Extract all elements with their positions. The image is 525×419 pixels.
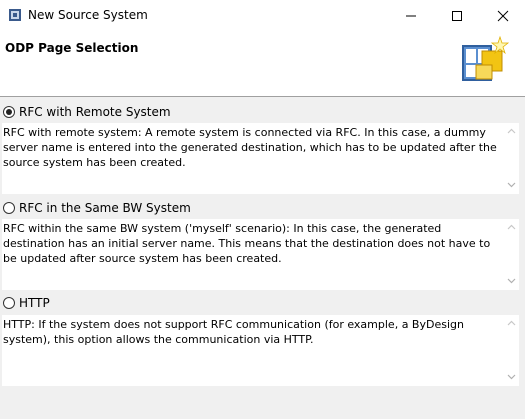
radio-rfc-same-bw-system[interactable]: RFC in the Same BW System xyxy=(3,199,191,217)
scroll-down-icon[interactable] xyxy=(504,371,518,383)
close-button[interactable] xyxy=(480,0,525,31)
window-title: New Source System xyxy=(28,8,148,22)
page-title: ODP Page Selection xyxy=(5,41,139,55)
radio-button[interactable] xyxy=(3,202,15,214)
source-system-wizard-icon xyxy=(462,35,510,81)
window-titlebar[interactable]: New Source System xyxy=(0,0,525,31)
maximize-icon xyxy=(452,10,462,21)
radio-label: HTTP xyxy=(19,296,50,310)
scroll-down-icon[interactable] xyxy=(504,275,518,287)
scroll-up-icon[interactable] xyxy=(504,221,518,233)
radio-button-selected[interactable] xyxy=(3,106,15,118)
description-text: HTTP: If the system does not support RFC… xyxy=(3,318,464,346)
app-icon xyxy=(9,9,21,21)
radio-label: RFC with Remote System xyxy=(19,105,171,119)
minimize-icon xyxy=(406,15,416,16)
close-icon xyxy=(497,10,509,21)
scroll-up-icon[interactable] xyxy=(504,317,518,329)
description-text: RFC within the same BW system ('myself' … xyxy=(3,222,491,265)
minimize-button[interactable] xyxy=(388,0,434,31)
scroll-down-icon[interactable] xyxy=(504,179,518,191)
scroll-up-icon[interactable] xyxy=(504,125,518,137)
description-http: HTTP: If the system does not support RFC… xyxy=(2,315,519,386)
description-rfc-same-bw-system: RFC within the same BW system ('myself' … xyxy=(2,219,519,290)
radio-http[interactable]: HTTP xyxy=(3,294,50,312)
maximize-button[interactable] xyxy=(434,0,480,31)
radio-label: RFC in the Same BW System xyxy=(19,201,191,215)
description-rfc-remote-system: RFC with remote system: A remote system … xyxy=(2,123,519,194)
description-text: RFC with remote system: A remote system … xyxy=(3,126,497,169)
radio-button[interactable] xyxy=(3,297,15,309)
radio-rfc-remote-system[interactable]: RFC with Remote System xyxy=(3,103,171,121)
wizard-header: ODP Page Selection xyxy=(0,31,525,97)
